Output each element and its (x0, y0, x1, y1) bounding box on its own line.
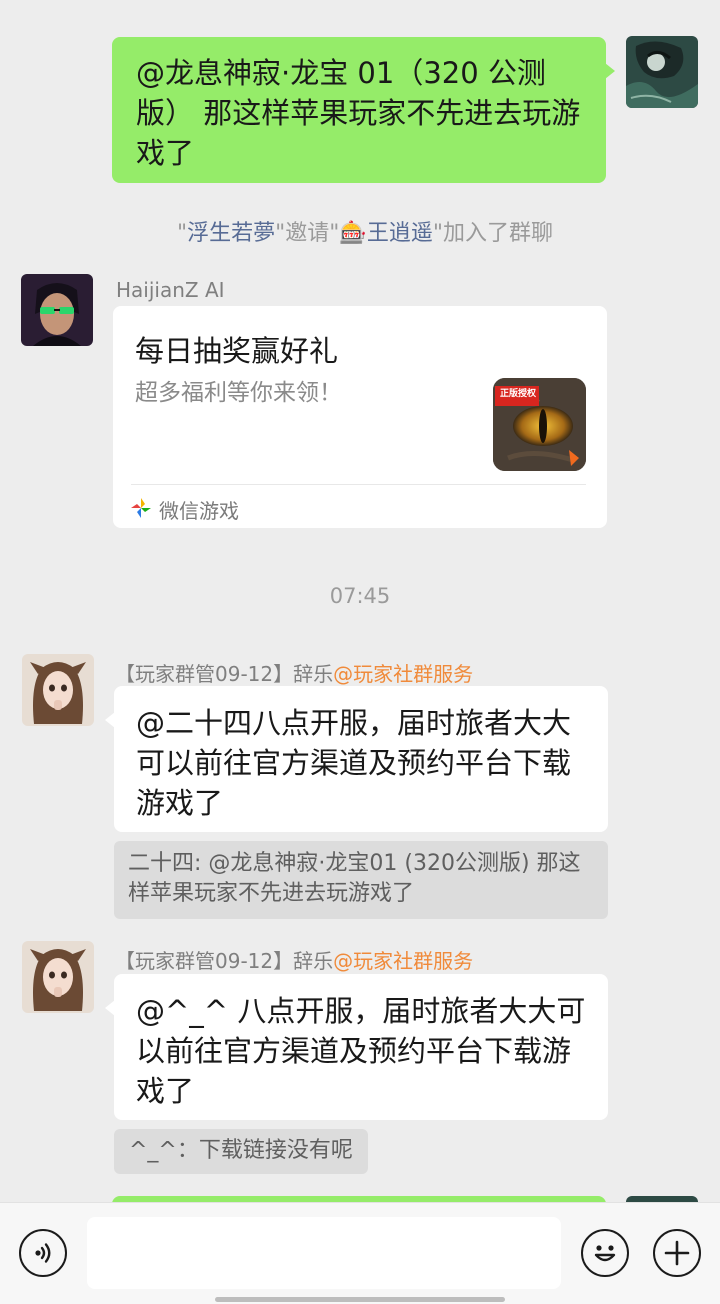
timestamp: 07:45 (329, 584, 391, 608)
quoted-message[interactable]: 二十四: @龙息神寂·龙宝01 (320公测版) 那这样苹果玩家不先进去玩游戏了 (114, 841, 608, 919)
invitee-link[interactable]: 王逍遥 (367, 221, 433, 246)
sender-name: 【玩家群管09-12】辞乐@玩家社群服务 (115, 662, 474, 686)
quoted-message[interactable]: ^_^：下载链接没有呢 (114, 1129, 368, 1174)
thumbnail-badge: 正版授权 (499, 389, 536, 399)
avatar-haijianz-image (21, 274, 93, 346)
plus-icon (664, 1240, 690, 1266)
mini-game-card[interactable]: 每日抽奖赢好礼 超多福利等你来领！ 正版授权 微信游戏 (113, 306, 607, 528)
avatar-self[interactable] (626, 36, 698, 108)
sender-tag[interactable]: @玩家社群服务 (333, 662, 473, 686)
emoji-button[interactable] (581, 1229, 629, 1277)
avatar-admin-image (22, 654, 94, 726)
quoted-text: 二十四: @龙息神寂·龙宝01 (320公测版) 那这样苹果玩家不先进去玩游戏了 (128, 851, 581, 906)
message-input[interactable] (87, 1217, 561, 1289)
inviter-link[interactable]: 浮生若夢 (187, 221, 275, 246)
message-text: @^_^ 八点开服，届时旅者大大可以前往官方渠道及预约平台下载游戏了 (136, 994, 586, 1108)
sender-name: 【玩家群管09-12】辞乐@玩家社群服务 (115, 949, 474, 973)
sender-tag[interactable]: @玩家社群服务 (333, 949, 473, 973)
chat-input-bar (0, 1202, 720, 1304)
weixin-game-icon (129, 496, 153, 520)
card-subtitle: 超多福利等你来领！ (135, 380, 342, 406)
message-bubble-self[interactable]: @龙息神寂·龙宝 01（320 公测版） 那这样苹果玩家不先进去玩游戏了 (112, 37, 615, 183)
avatar-admin[interactable] (22, 654, 94, 726)
voice-input-button[interactable] (19, 1229, 67, 1277)
emoji-icon (594, 1245, 616, 1262)
quoted-text: ^_^：下载链接没有呢 (129, 1138, 353, 1163)
avatar-admin-image (22, 941, 94, 1013)
card-thumbnail: 正版授权 (493, 378, 586, 471)
voice-icon (35, 1243, 51, 1263)
card-divider (131, 484, 586, 485)
invitee-emoji: 🎰 (339, 221, 367, 246)
system-invite-notice: "浮生若夢"邀请"🎰王逍遥"加入了群聊 (177, 221, 553, 246)
sender-name: HaijianZ AI (116, 278, 225, 302)
avatar-self-image (626, 36, 698, 108)
message-text: @二十四八点开服，届时旅者大大可以前往官方渠道及预约平台下载游戏了 (136, 706, 572, 820)
card-title: 每日抽奖赢好礼 (135, 334, 339, 368)
home-indicator (215, 1297, 505, 1302)
message-bubble[interactable]: @^_^ 八点开服，届时旅者大大可以前往官方渠道及预约平台下载游戏了 (105, 974, 608, 1120)
message-text: @龙息神寂·龙宝 01（320 公测版） 那这样苹果玩家不先进去玩游戏了 (136, 56, 581, 170)
more-button[interactable] (653, 1229, 701, 1277)
card-source: 微信游戏 (159, 499, 239, 523)
message-bubble[interactable]: @二十四八点开服，届时旅者大大可以前往官方渠道及预约平台下载游戏了 (105, 686, 608, 832)
avatar-haijianz[interactable] (21, 274, 93, 346)
avatar-admin[interactable] (22, 941, 94, 1013)
